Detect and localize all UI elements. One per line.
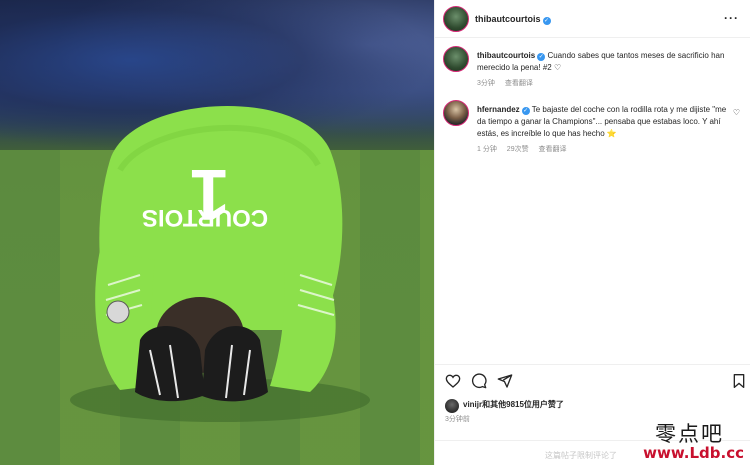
comment-meta: 1 分钟 29次赞 查看翻译 [477, 144, 575, 154]
jersey-name: COURTOIS [142, 204, 268, 231]
comment: hfernandez ✓ Te bajaste del coche con la … [477, 104, 729, 140]
caption-translate-link[interactable]: 查看翻译 [505, 80, 533, 87]
caption-author-avatar[interactable] [443, 46, 469, 72]
author-username-text[interactable]: thibautcourtois [475, 14, 541, 24]
bookmark-icon[interactable] [731, 373, 747, 389]
verified-badge-icon: ✓ [521, 107, 530, 115]
comment-likes[interactable]: 29次赞 [507, 146, 529, 153]
action-bar [435, 364, 750, 396]
watermark-url: www.Ldb.cc [643, 444, 744, 462]
comment-time: 1 分钟 [477, 146, 497, 153]
caption-username[interactable]: thibautcourtois [477, 51, 535, 60]
caption-meta: 3分钟 查看翻译 [477, 78, 541, 88]
more-options-icon[interactable]: ··· [724, 11, 739, 25]
liker-avatar[interactable] [445, 399, 459, 413]
caption-time: 3分钟 [477, 80, 495, 87]
post-caption: thibautcourtois ✓ Cuando sabes que tantos… [477, 50, 739, 74]
verified-badge-icon: ✓ [537, 53, 546, 61]
verified-badge-icon: ✓ [542, 17, 551, 25]
send-icon[interactable] [497, 373, 513, 389]
goalkeeper-illustration: 1 COURTOIS [70, 105, 370, 422]
heart-icon[interactable] [445, 373, 461, 389]
commenter-avatar[interactable] [443, 100, 469, 126]
comment-limit-text: 这篇帖子限制评论了 [545, 451, 617, 460]
post-details-panel: thibautcourtois ✓ ··· thibautcourtois ✓ Cu… [434, 0, 750, 465]
author-avatar[interactable] [443, 6, 469, 32]
comment-translate-link[interactable]: 查看翻译 [539, 146, 567, 153]
comment-icon[interactable] [471, 373, 487, 389]
post-photo[interactable]: 1 COURTOIS [0, 0, 434, 465]
post-header: thibautcourtois ✓ ··· [435, 0, 750, 38]
comment-username[interactable]: hfernandez [477, 105, 520, 114]
author-username[interactable]: thibautcourtois ✓ [475, 14, 551, 25]
post-timestamp: 3分钟前 [445, 416, 470, 423]
comment-like-heart-icon[interactable]: ♡ [733, 108, 740, 117]
likes-summary[interactable]: vinijr和其他9815位用户赞了 [463, 399, 564, 410]
